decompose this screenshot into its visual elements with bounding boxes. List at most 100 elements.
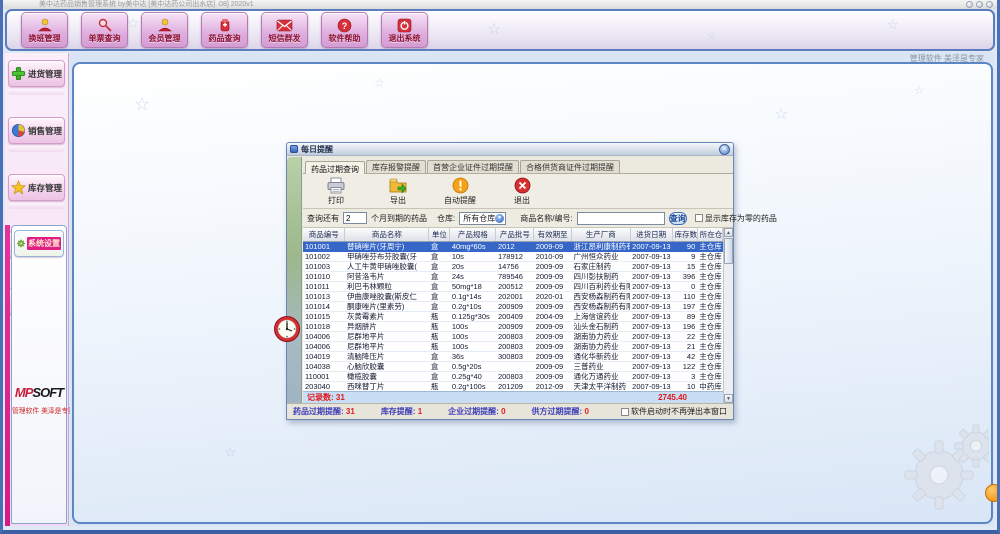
column-header[interactable]: 产品批号 — [496, 228, 534, 241]
dialog-body: 药品过期查询 库存报警提醒 首营企业证件过期提醒 合格供货商证件过期提醒 打印 … — [287, 157, 733, 419]
sidebar-item-inventory[interactable]: 库存管理 — [8, 174, 65, 201]
star-decoration: ☆ — [127, 15, 140, 32]
tab-drug-expiry-query[interactable]: 药品过期查询 — [305, 161, 365, 174]
table-row[interactable]: 101014 酮康唑片(里素劳) 盒 0.2g*10s 200909 2009-… — [303, 301, 723, 311]
member-icon — [157, 16, 173, 34]
star-decoration: ☆ — [374, 76, 385, 90]
dialog-title: 每日提醒 — [301, 144, 719, 155]
dropdown-arrow-icon: ▼ — [495, 214, 504, 223]
column-header[interactable]: 生产厂商 — [571, 228, 630, 241]
dialog-icon — [290, 145, 298, 153]
table-row[interactable]: 203040 西咪替丁片 瓶 0.2g*100s 201209 2012-09 … — [303, 381, 723, 391]
table-row[interactable]: 101001 替硝唑片(牙周宁) 盒 40mg*60s 2012 2009-09… — [303, 241, 723, 251]
main-toolbar: ☆ ☆ ☆ ☆ ☆ 换班管理 单票查询 会员管理 药品查询 — [5, 9, 995, 51]
print-button[interactable]: 打印 — [319, 177, 353, 206]
scrollbar-thumb[interactable] — [724, 238, 733, 264]
star-decoration: ☆ — [707, 29, 717, 42]
tab-supplier-cert-expiry[interactable]: 合格供货商证件过期提醒 — [520, 160, 620, 173]
column-header[interactable]: 库存数量 — [672, 228, 697, 241]
sidebar-item-sales[interactable]: 销售管理 — [8, 117, 65, 144]
dialog-exit-button[interactable]: 退出 — [505, 177, 539, 206]
column-header[interactable]: 有效期至 — [534, 228, 572, 241]
side-tab-button[interactable] — [985, 484, 1000, 502]
export-icon — [388, 177, 408, 194]
table-row[interactable]: 101015 灰黄霉素片 瓶 0.125g*30s 200409 2004-09… — [303, 311, 723, 321]
table-row[interactable]: 101002 甲硝唑芬布芬胶囊(牙 盒 10s 178912 2010-09 广… — [303, 251, 723, 261]
table-row[interactable]: 104006 尼群地平片 瓶 100s 200803 2009-09 湖南协力药… — [303, 331, 723, 341]
search-button[interactable]: 查询 — [669, 212, 687, 225]
months-input[interactable] — [343, 212, 367, 224]
dialog-titlebar[interactable]: 每日提醒 ✕ — [287, 143, 733, 156]
minimize-icon[interactable] — [966, 1, 973, 8]
os-titlebar: 美中达药品销售管理系统 by美中达 [美中达药公司出水店] .08] 2020v… — [3, 0, 997, 9]
checkbox-icon[interactable] — [621, 408, 629, 416]
table-row[interactable]: 101013 伊曲康唑胶囊(斯皮仁 盒 0.1g*14s 202001 2020… — [303, 291, 723, 301]
tab-stock-alert[interactable]: 库存报警提醒 — [366, 160, 426, 173]
product-label: 商品名称/编号: — [520, 213, 572, 224]
toolbar-button-help[interactable]: ? 软件帮助 — [321, 12, 368, 48]
table-row[interactable]: 101018 异烟肼片 瓶 100s 200909 2009-09 汕头金石制药… — [303, 321, 723, 331]
vertical-scrollbar[interactable]: ▲ ▼ — [723, 228, 733, 403]
table-row[interactable]: 110001 橄榄胶囊 盒 0.25g*40 200803 2009-09 通化… — [303, 371, 723, 381]
shift-user-icon — [37, 16, 53, 34]
toolbar-button-member-manage[interactable]: 会员管理 — [141, 12, 188, 48]
tab-enterprise-cert-expiry[interactable]: 首营企业证件过期提醒 — [427, 160, 519, 173]
checkbox-icon[interactable] — [695, 214, 703, 222]
table-row[interactable]: 101010 阿昔洛韦片 盒 24s 789546 2009-09 四川彭扶制药… — [303, 271, 723, 281]
close-icon — [514, 177, 531, 194]
sidebar-item-settings[interactable]: 系统设置 — [14, 230, 64, 257]
status-drug-expiry: 药品过期提醒: 31 — [293, 406, 355, 417]
column-header[interactable]: 商品名称 — [345, 228, 429, 241]
maximize-icon[interactable] — [976, 1, 983, 8]
status-enterprise-expiry: 企业过期提醒: 0 — [448, 406, 505, 417]
sidebar-divider — [8, 203, 65, 209]
toolbar-button-exit-system[interactable]: 退出系统 — [381, 12, 428, 48]
daily-reminder-dialog: 每日提醒 ✕ 药品过期查询 库存报警提醒 首营企业证件过期提醒 — [286, 142, 734, 420]
table-row[interactable]: 101003 人工牛黄甲硝唑胶囊( 盒 20s 14756 2009-09 石家… — [303, 261, 723, 271]
dialog-close-button[interactable]: ✕ — [719, 144, 730, 155]
star-decoration: ☆ — [914, 84, 924, 97]
grid-footer: 记录数: 31 2745.40 — [303, 391, 723, 403]
table-row[interactable]: 101011 利巴韦林颗粒 盒 50mg*18 200512 2009-09 四… — [303, 281, 723, 291]
toolbar-button-receipt-query[interactable]: 单票查询 — [81, 12, 128, 48]
column-header[interactable]: 进货日期 — [630, 228, 672, 241]
close-icon[interactable] — [986, 1, 993, 8]
zero-stock-checkbox[interactable]: 显示库存为零的药品 — [695, 213, 777, 224]
scroll-up-icon[interactable]: ▲ — [724, 228, 733, 237]
dialog-tabs: 药品过期查询 库存报警提醒 首营企业证件过期提醒 合格供货商证件过期提醒 — [303, 157, 733, 174]
column-header[interactable]: 产品规格 — [450, 228, 496, 241]
query-suffix-label: 个月到期的药品 — [371, 213, 427, 224]
column-header[interactable]: 所在仓库 — [697, 228, 722, 241]
star-icon — [11, 179, 26, 196]
sms-icon — [276, 16, 293, 34]
query-prefix-label: 查询还有 — [307, 213, 339, 224]
export-button[interactable]: 导出 — [381, 177, 415, 206]
auto-remind-button[interactable]: 自动提醒 — [443, 177, 477, 206]
total-value: 2745.40 — [658, 393, 687, 402]
no-popup-checkbox[interactable]: 软件启动时不再弹出本窗口 — [621, 406, 727, 417]
sidebar-accent-strip — [5, 225, 10, 526]
column-header[interactable]: 单位 — [429, 228, 450, 241]
auto-remind-icon — [452, 177, 469, 194]
toolbar-button-sms-send[interactable]: 短信群发 — [261, 12, 308, 48]
column-header[interactable]: 商品编号 — [303, 228, 345, 241]
table-row[interactable]: 104019 清脑降压片 盒 36s 300803 2009-09 通化华新药业… — [303, 351, 723, 361]
scroll-down-icon[interactable]: ▼ — [724, 394, 733, 403]
table-row[interactable]: 104006 尼群地平片 瓶 100s 200803 2009-09 湖南协力药… — [303, 341, 723, 351]
status-stock: 库存提醒: 1 — [381, 406, 422, 417]
svg-text:?: ? — [342, 21, 348, 31]
plus-icon — [11, 65, 26, 82]
print-icon — [326, 177, 346, 194]
dialog-left-strip — [287, 157, 302, 403]
dialog-content: 药品过期查询 库存报警提醒 首营企业证件过期提醒 合格供货商证件过期提醒 打印 … — [303, 157, 733, 403]
toolbar-button-shift-manage[interactable]: 换班管理 — [21, 12, 68, 48]
sidebar-item-purchase[interactable]: 进货管理 — [8, 60, 65, 87]
app-window: 美中达药品销售管理系统 by美中达 [美中达药公司出水店] .08] 2020v… — [0, 0, 1000, 534]
sidebar-divider — [8, 89, 65, 95]
sidebar-lower-panel: 系统设置 MPSOFT 管理软件 美泽是专家 — [11, 225, 67, 524]
table-row[interactable]: 104038 心脑欣胶囊 盒 0.5g*20s 2009-09 三普药业 200… — [303, 361, 723, 371]
star-decoration: ☆ — [887, 17, 899, 33]
product-input[interactable] — [577, 212, 665, 225]
warehouse-select[interactable]: 所有仓库 ▼ — [459, 212, 506, 225]
toolbar-button-drug-query[interactable]: 药品查询 — [201, 12, 248, 48]
